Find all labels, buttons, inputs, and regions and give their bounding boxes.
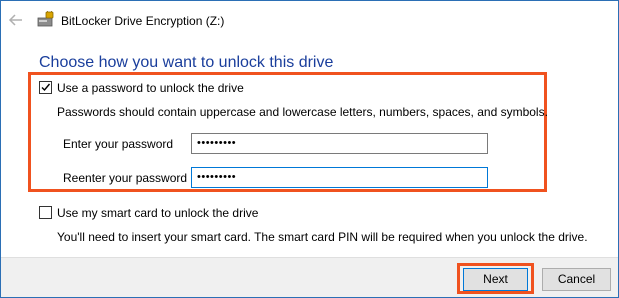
smartcard-hint: You'll need to insert your smart card. T…	[57, 230, 588, 244]
back-arrow-icon[interactable]	[7, 11, 25, 29]
bitlocker-window: BitLocker Drive Encryption (Z:) Choose h…	[0, 0, 619, 298]
enter-password-field[interactable]: •••••••••	[191, 133, 488, 154]
smartcard-checkbox[interactable]	[39, 206, 52, 219]
page-heading: Choose how you want to unlock this drive	[39, 54, 334, 71]
window-title: BitLocker Drive Encryption (Z:)	[61, 14, 225, 28]
enter-password-value: •••••••••	[197, 137, 237, 149]
password-hint: Passwords should contain uppercase and l…	[57, 105, 548, 119]
title-bar: BitLocker Drive Encryption (Z:)	[1, 1, 618, 38]
reenter-password-label: Reenter your password	[63, 171, 188, 185]
password-checkbox[interactable]	[39, 81, 52, 94]
smartcard-option-label[interactable]: Use my smart card to unlock the drive	[57, 206, 258, 220]
bitlocker-drive-icon	[37, 7, 55, 28]
reenter-password-field[interactable]: •••••••••	[191, 167, 488, 188]
enter-password-label: Enter your password	[63, 137, 174, 151]
cancel-button[interactable]: Cancel	[542, 268, 611, 291]
reenter-password-value: •••••••••	[197, 171, 237, 183]
next-button-highlight	[457, 263, 534, 294]
password-option-label[interactable]: Use a password to unlock the drive	[57, 81, 244, 95]
